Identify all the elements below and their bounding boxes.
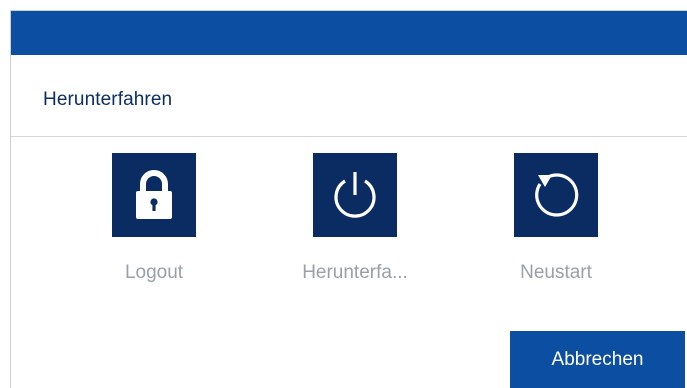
cancel-button[interactable]: Abbrechen	[510, 331, 685, 388]
shutdown-label: Herunterfa...	[302, 262, 408, 283]
shutdown-dialog: Herunterfahren Logout Herunterfa... Neus…	[10, 10, 687, 388]
restart-label: Neustart	[520, 262, 592, 283]
restart-button[interactable]: Neustart	[481, 153, 631, 284]
restart-icon	[535, 173, 579, 217]
shutdown-tile[interactable]	[313, 153, 397, 237]
divider	[11, 136, 687, 137]
screen: Herunterfahren Logout Herunterfa... Neus…	[0, 0, 687, 388]
dialog-title: Herunterfahren	[43, 89, 173, 110]
shutdown-button[interactable]: Herunterfa...	[280, 153, 430, 284]
restart-tile[interactable]	[514, 153, 598, 237]
dialog-titlebar	[11, 11, 687, 55]
logout-tile[interactable]	[112, 153, 196, 237]
lock-icon	[136, 170, 172, 219]
logout-label: Logout	[124, 262, 184, 283]
logout-button[interactable]: Logout	[79, 153, 229, 284]
power-icon	[334, 172, 376, 218]
